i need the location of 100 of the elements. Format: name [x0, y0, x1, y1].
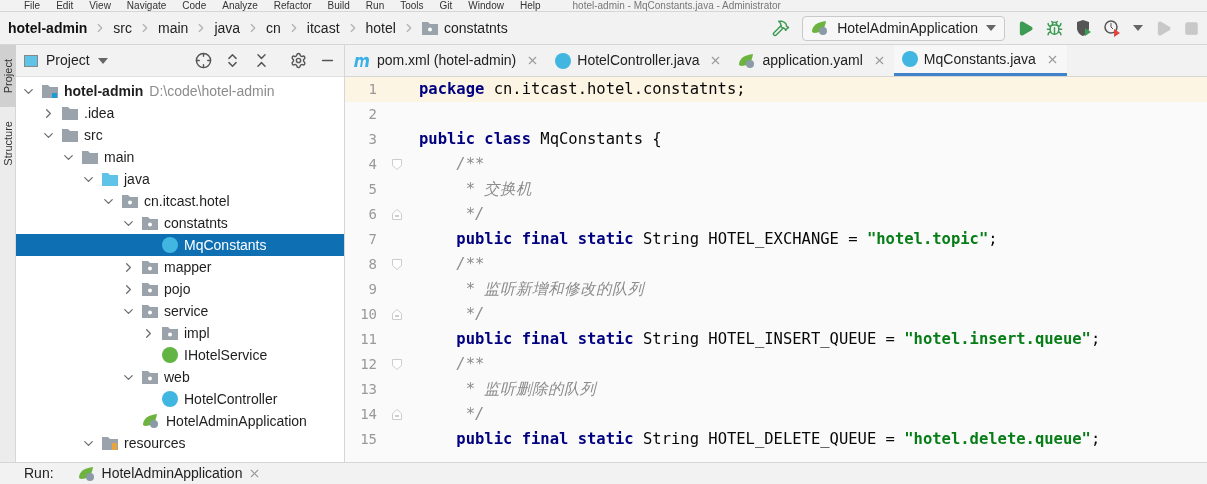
tree-item-label: HotelController [184, 389, 278, 409]
breadcrumb-item[interactable]: java [214, 17, 241, 39]
line-number: 12 [359, 355, 378, 374]
menu-item[interactable]: Window [468, 0, 504, 11]
breadcrumb-item[interactable]: src [113, 17, 132, 39]
breadcrumb-item[interactable]: cn [266, 17, 281, 39]
run-tab[interactable]: HotelAdminApplication [77, 463, 262, 484]
tree-item[interactable]: resources [16, 432, 344, 454]
fold-marker-icon[interactable] [392, 309, 402, 320]
code-line: */ [464, 403, 485, 425]
tree-item-label: web [164, 367, 190, 387]
menu-item[interactable]: Analyze [222, 0, 258, 11]
breadcrumb-item[interactable]: constatnts [443, 17, 508, 39]
editor-tab[interactable]: application.yaml [730, 45, 894, 76]
panel-title[interactable]: Project [46, 50, 90, 71]
tree-item[interactable]: web [16, 366, 344, 388]
tree-item-label: service [164, 301, 209, 321]
profiler-clock-icon[interactable] [1104, 19, 1121, 37]
tree-item-label: hotel-admin [64, 81, 144, 101]
menu-item[interactable]: Code [182, 0, 207, 11]
settings-icon[interactable] [290, 52, 307, 69]
editor-tab[interactable]: MqConstants.java [893, 45, 1067, 76]
code-line: /** [455, 353, 485, 375]
menu-item[interactable]: File [24, 0, 41, 11]
spring-leaf-icon [811, 20, 830, 36]
package-icon [142, 216, 158, 230]
tree-item[interactable]: service [16, 300, 344, 322]
tree-item[interactable]: mapper [16, 256, 344, 278]
tree-item[interactable]: MqConstants [16, 234, 344, 256]
tree-item-label: HotelAdminApplication [166, 411, 307, 431]
code-line: public final static String HOTEL_EXCHANGE = "hotel.topic"; [455, 228, 998, 250]
tree-item[interactable]: java [16, 168, 344, 190]
line-number: 4 [367, 155, 378, 174]
fold-marker-icon[interactable] [392, 209, 402, 220]
package-icon [122, 194, 138, 208]
tree-item-label: MqConstants [184, 235, 267, 255]
code-line: /** [455, 253, 485, 275]
tree-item[interactable]: constatnts [16, 212, 344, 234]
editor-tab[interactable]: pom.xml (hotel-admin) [345, 45, 548, 76]
tree-item[interactable]: src [16, 124, 344, 146]
tree-item[interactable]: .idea [16, 102, 344, 124]
menu-item[interactable]: Git [439, 0, 453, 11]
code-line: public final static String HOTEL_DELETE_QUEUE = "hotel.delete.queue"; [455, 428, 1101, 450]
menu-item[interactable]: Navigate [126, 0, 167, 11]
code-line: * 监听删除的队列 [464, 378, 597, 400]
tree-item-label: src [84, 125, 103, 145]
tree-item[interactable]: HotelController [16, 388, 344, 410]
fold-marker-icon[interactable] [392, 359, 402, 370]
tree-item-label: .idea [84, 103, 115, 123]
breadcrumb-item[interactable]: hotel [365, 17, 396, 39]
menu-item[interactable]: Run [365, 0, 385, 11]
breadcrumb-item[interactable]: itcast [306, 17, 340, 39]
menu-item[interactable]: Tools [400, 0, 424, 11]
line-number: 14 [359, 405, 378, 424]
tree-item-label: constatnts [164, 213, 228, 233]
code-line: */ [464, 303, 485, 325]
side-tab[interactable]: Structure [0, 107, 16, 179]
tree-item[interactable]: hotel-admin D:\code\hotel-admin [16, 80, 344, 102]
menu-item[interactable]: Edit [56, 0, 74, 11]
run-icon[interactable] [1017, 19, 1034, 37]
caret-icon [986, 25, 996, 31]
fold-marker-icon[interactable] [392, 409, 402, 420]
tree-item[interactable]: impl [16, 322, 344, 344]
tree-item-label: main [104, 147, 135, 167]
tree-item[interactable]: HotelAdminApplication [16, 410, 344, 432]
line-number: 6 [367, 205, 378, 224]
menu-item[interactable]: View [89, 0, 111, 11]
side-tab[interactable]: Project [0, 45, 16, 107]
tree-item-label: mapper [164, 257, 212, 277]
menu-item[interactable]: Refactor [273, 0, 312, 11]
line-number: 10 [359, 305, 378, 324]
coverage-shield-icon[interactable] [1075, 19, 1092, 37]
tree-item[interactable]: pojo [16, 278, 344, 300]
editor-tab[interactable]: HotelController.java [547, 45, 731, 76]
breadcrumb-item[interactable]: hotel-admin [8, 17, 88, 39]
debug-bug-icon[interactable] [1046, 19, 1063, 37]
breadcrumb-item[interactable]: main [158, 17, 189, 39]
build-hammer-icon[interactable] [772, 19, 791, 37]
menu-item[interactable]: Help [519, 0, 541, 11]
tree-item-label: impl [184, 323, 210, 343]
folder-icon [82, 150, 98, 164]
locate-crosshair-icon[interactable] [195, 52, 212, 69]
line-number: 9 [367, 280, 378, 299]
caret-icon[interactable] [1133, 25, 1143, 31]
class-icon [162, 237, 178, 253]
tree-item[interactable]: cn.itcast.hotel [16, 190, 344, 212]
code-line: * 交换机 [464, 178, 533, 200]
line-number: 3 [367, 130, 378, 149]
menu-item[interactable]: Build [327, 0, 350, 11]
tree-item-label: java [124, 169, 150, 189]
package-icon [162, 326, 178, 340]
tree-item[interactable]: IHotelService [16, 344, 344, 366]
run-configuration-dropdown[interactable]: HotelAdminApplication [802, 15, 1005, 41]
tree-item[interactable]: main [16, 146, 344, 168]
caret-icon[interactable] [97, 57, 108, 64]
code-line: /** [455, 153, 485, 175]
fold-marker-icon[interactable] [392, 259, 402, 270]
line-number: 1 [367, 80, 378, 99]
line-number: 7 [367, 230, 378, 249]
fold-marker-icon[interactable] [392, 159, 402, 170]
